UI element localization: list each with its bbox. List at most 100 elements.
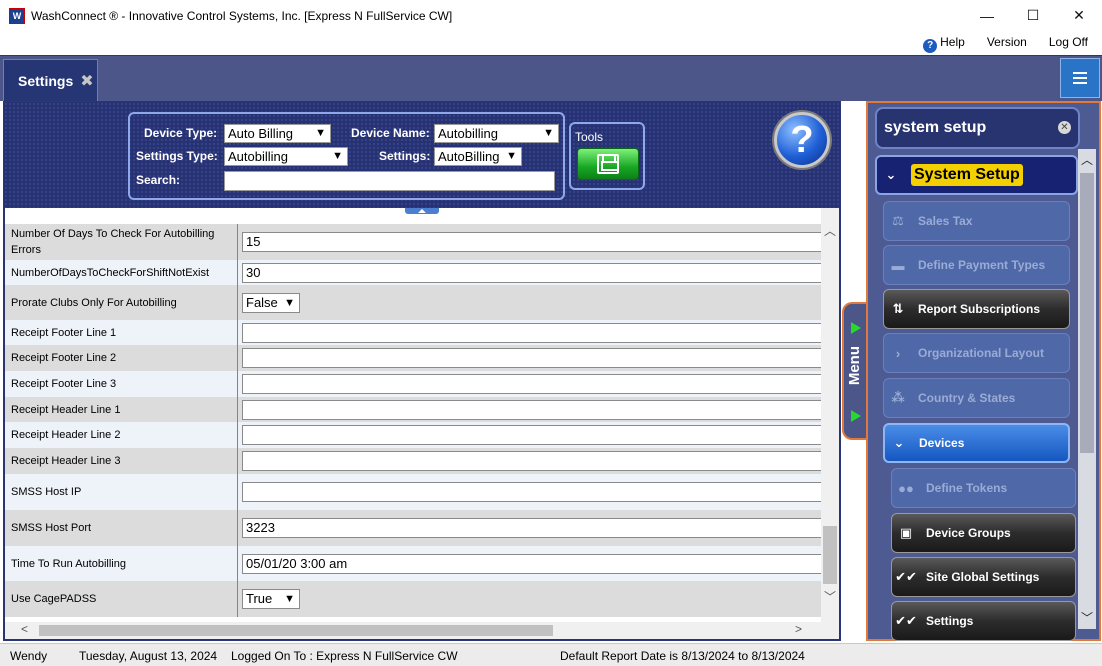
setting-select[interactable]: True ▼ [242, 589, 300, 609]
menu-item-device-groups[interactable]: ▣ Device Groups [891, 513, 1076, 553]
setting-input[interactable] [242, 374, 822, 394]
scroll-down-icon[interactable]: ﹀ [1081, 609, 1093, 626]
side-scrollbar[interactable]: ︿ ﹀ [1078, 149, 1096, 629]
menu-item-devices[interactable]: ⌄ Devices [883, 423, 1070, 463]
chevron-down-icon: ▼ [284, 593, 295, 605]
close-window-button[interactable]: ✕ [1056, 0, 1102, 31]
setting-input[interactable] [242, 323, 822, 343]
settings-type-select[interactable]: Autobilling ▼ [224, 147, 348, 166]
setting-value-cell [238, 345, 822, 371]
menu-item-define-tokens[interactable]: ●● Define Tokens [891, 468, 1076, 508]
menu-item-label: Device Groups [926, 526, 1011, 540]
menu-handle-label: Menu [846, 346, 863, 386]
chevron-down-icon: ⌄ [893, 435, 905, 450]
top-links-bar: ? Help Version Log Off [0, 31, 1102, 55]
device-name-label: Device Name: [351, 126, 430, 140]
setting-label: NumberOfDaysToCheckForShiftNotExist [5, 260, 238, 285]
menu-item-sales-tax[interactable]: ⚖ Sales Tax [883, 201, 1070, 241]
table-row: NumberOfDaysToCheckForShiftNotExist 30 [5, 260, 822, 285]
checklist-icon: ✔✔ [895, 613, 917, 628]
setting-input[interactable] [242, 400, 822, 420]
setting-value-cell: 05/01/20 3:00 am [238, 546, 822, 581]
setting-label: Receipt Footer Line 1 [5, 320, 238, 345]
side-scroll-thumb[interactable] [1080, 173, 1094, 453]
setting-select[interactable]: False ▼ [242, 293, 300, 313]
menu-item-country-states[interactable]: ⁂ Country & States [883, 378, 1070, 418]
setting-value-cell [238, 474, 822, 510]
window-title: WashConnect ® - Innovative Control Syste… [31, 8, 453, 23]
save-disk-icon [597, 154, 619, 174]
setting-input[interactable]: 15 [242, 232, 822, 252]
collapse-filter-button[interactable] [405, 208, 439, 214]
scroll-thumb[interactable] [823, 526, 837, 584]
menu-item-label: Settings [926, 614, 974, 628]
setting-input[interactable] [242, 451, 822, 471]
menu-item-label: Define Tokens [926, 481, 1008, 495]
menu-item-label: Sales Tax [918, 214, 973, 228]
menu-item-system-setup[interactable]: ⌄ System Setup [875, 155, 1078, 195]
setting-input[interactable]: 05/01/20 3:00 am [242, 554, 822, 574]
hamburger-icon-line [1073, 82, 1087, 84]
hamburger-icon-line [1073, 77, 1087, 79]
hamburger-icon-line [1073, 72, 1087, 74]
setting-label: Time To Run Autobilling [5, 546, 238, 581]
version-link[interactable]: Version [987, 35, 1027, 53]
chevron-down-icon: ▼ [543, 127, 554, 139]
tab-settings[interactable]: Settings ✖ [3, 59, 98, 101]
setting-label: Use CagePADSS [5, 581, 238, 617]
status-logged-on: Logged On To : Express N FullService CW [231, 649, 458, 663]
maximize-button[interactable]: ☐ [1010, 0, 1056, 31]
settings-select[interactable]: AutoBilling ▼ [434, 147, 522, 166]
setting-input[interactable] [242, 425, 822, 445]
horizontal-scrollbar[interactable]: < > [5, 622, 839, 639]
search-input[interactable] [224, 171, 555, 191]
table-row: Receipt Footer Line 3 [5, 371, 822, 397]
status-bar: Wendy Tuesday, August 13, 2024 Logged On… [0, 643, 1102, 666]
scroll-right-icon[interactable]: > [795, 622, 802, 636]
chevron-down-icon: ⌄ [885, 167, 897, 182]
help-question-icon[interactable]: ? [774, 112, 830, 168]
table-row: Use CagePADSS True ▼ [5, 581, 821, 617]
settings-type-value: Autobilling [228, 149, 288, 164]
device-name-select[interactable]: Autobilling ▼ [434, 124, 559, 143]
close-panel-icon[interactable]: ✕ [1058, 121, 1071, 134]
setting-input[interactable]: 3223 [242, 518, 822, 538]
setting-select-value: False [246, 295, 278, 310]
logoff-link[interactable]: Log Off [1049, 35, 1088, 53]
help-link-label: Help [940, 35, 965, 49]
scroll-down-icon[interactable]: ﹀ [824, 588, 836, 605]
filter-bar: Device Type: Auto Billing ▼ Device Name: … [4, 102, 840, 208]
setting-input[interactable] [242, 348, 822, 368]
setting-input[interactable] [242, 482, 822, 502]
setting-select-value: True [246, 591, 273, 606]
table-row: Receipt Header Line 3 [5, 448, 822, 474]
chevron-down-icon: ▼ [332, 150, 343, 162]
help-link[interactable]: ? Help [923, 35, 965, 53]
chevron-right-icon: › [895, 345, 901, 361]
scroll-up-icon[interactable]: ︿ [824, 222, 836, 239]
close-tab-icon[interactable]: ✖ [80, 71, 93, 91]
app-logo-icon: W [9, 7, 25, 24]
scroll-left-icon[interactable]: < [21, 622, 28, 636]
menu-item-organizational-layout[interactable]: › Organizational Layout [883, 333, 1070, 373]
menu-item-define-payment-types[interactable]: ▬ Define Payment Types [883, 245, 1070, 285]
hamburger-menu-button[interactable] [1060, 58, 1100, 98]
menu-item-label: System Setup [911, 164, 1023, 186]
menu-toggle-handle[interactable]: Menu [842, 302, 866, 440]
filter-box: Device Type: Auto Billing ▼ Device Name: … [128, 112, 565, 200]
setting-value-cell: True ▼ [238, 581, 821, 617]
save-button[interactable] [577, 148, 639, 180]
table-row: Receipt Header Line 1 [5, 397, 822, 422]
scroll-up-icon[interactable]: ︿ [1081, 151, 1093, 168]
menu-item-report-subscriptions[interactable]: ⇅ Report Subscriptions [883, 289, 1070, 329]
menu-item-site-global-settings[interactable]: ✔✔ Site Global Settings [891, 557, 1076, 597]
menu-item-settings[interactable]: ✔✔ Settings [891, 601, 1076, 641]
scroll-thumb-horizontal[interactable] [39, 625, 553, 636]
setting-input[interactable]: 30 [242, 263, 822, 283]
setting-label: Receipt Header Line 2 [5, 422, 238, 448]
device-type-select[interactable]: Auto Billing ▼ [224, 124, 331, 143]
vertical-scrollbar[interactable]: ︿ ﹀ [821, 208, 839, 622]
menu-item-label: Report Subscriptions [918, 302, 1041, 316]
side-panel-title: system setup [884, 119, 987, 136]
minimize-button[interactable]: — [964, 0, 1010, 31]
